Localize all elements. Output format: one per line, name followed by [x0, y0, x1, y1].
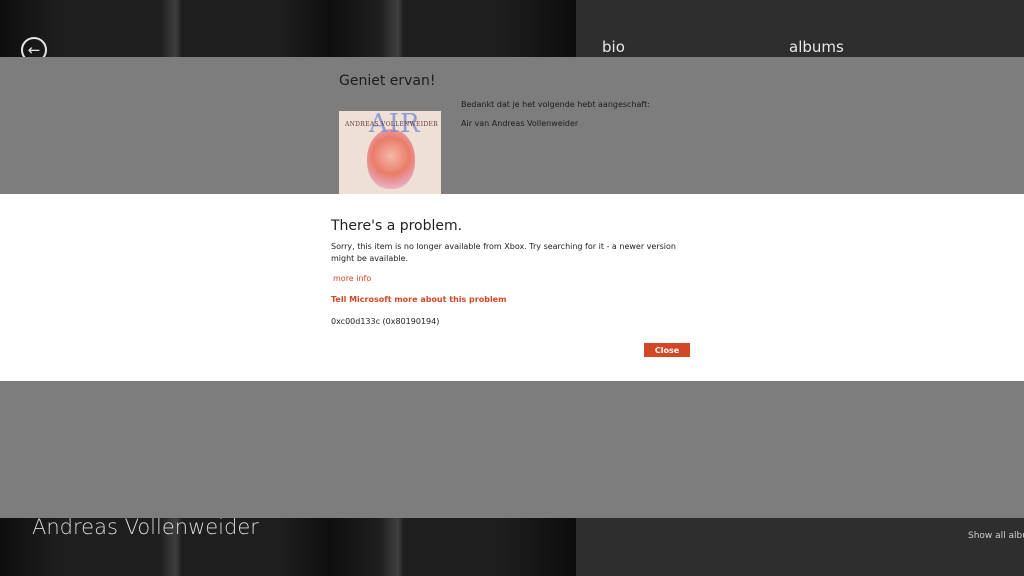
tab-bio[interactable]: bio — [602, 38, 625, 56]
close-button[interactable]: Close — [644, 343, 690, 357]
error-code: 0xc00d133c (0x80190194) — [331, 317, 440, 326]
show-all-albums-link[interactable]: Show all album — [968, 531, 1024, 541]
album-art: AIR ANDREAS VOLLENWEIDER — [339, 111, 441, 201]
error-dialog: There's a problem. Sorry, this item is n… — [0, 194, 1024, 381]
artist-name: Andreas Vollenweider — [32, 515, 259, 539]
tell-microsoft-link[interactable]: Tell Microsoft more about this problem — [331, 295, 506, 304]
purchase-thanks-text: Bedankt dat je het volgende hebt aangesc… — [461, 100, 650, 109]
album-art-artist: ANDREAS VOLLENWEIDER — [345, 121, 439, 128]
back-arrow-icon: ← — [27, 40, 41, 59]
dialog-message: Sorry, this item is no longer available … — [331, 242, 676, 263]
purchased-item-text: Air van Andreas Vollenweider — [461, 119, 579, 128]
purchase-title: Geniet ervan! — [339, 73, 436, 89]
dialog-title: There's a problem. — [331, 218, 463, 234]
more-info-link[interactable]: more info — [333, 274, 371, 283]
tab-albums[interactable]: albums — [789, 38, 844, 56]
